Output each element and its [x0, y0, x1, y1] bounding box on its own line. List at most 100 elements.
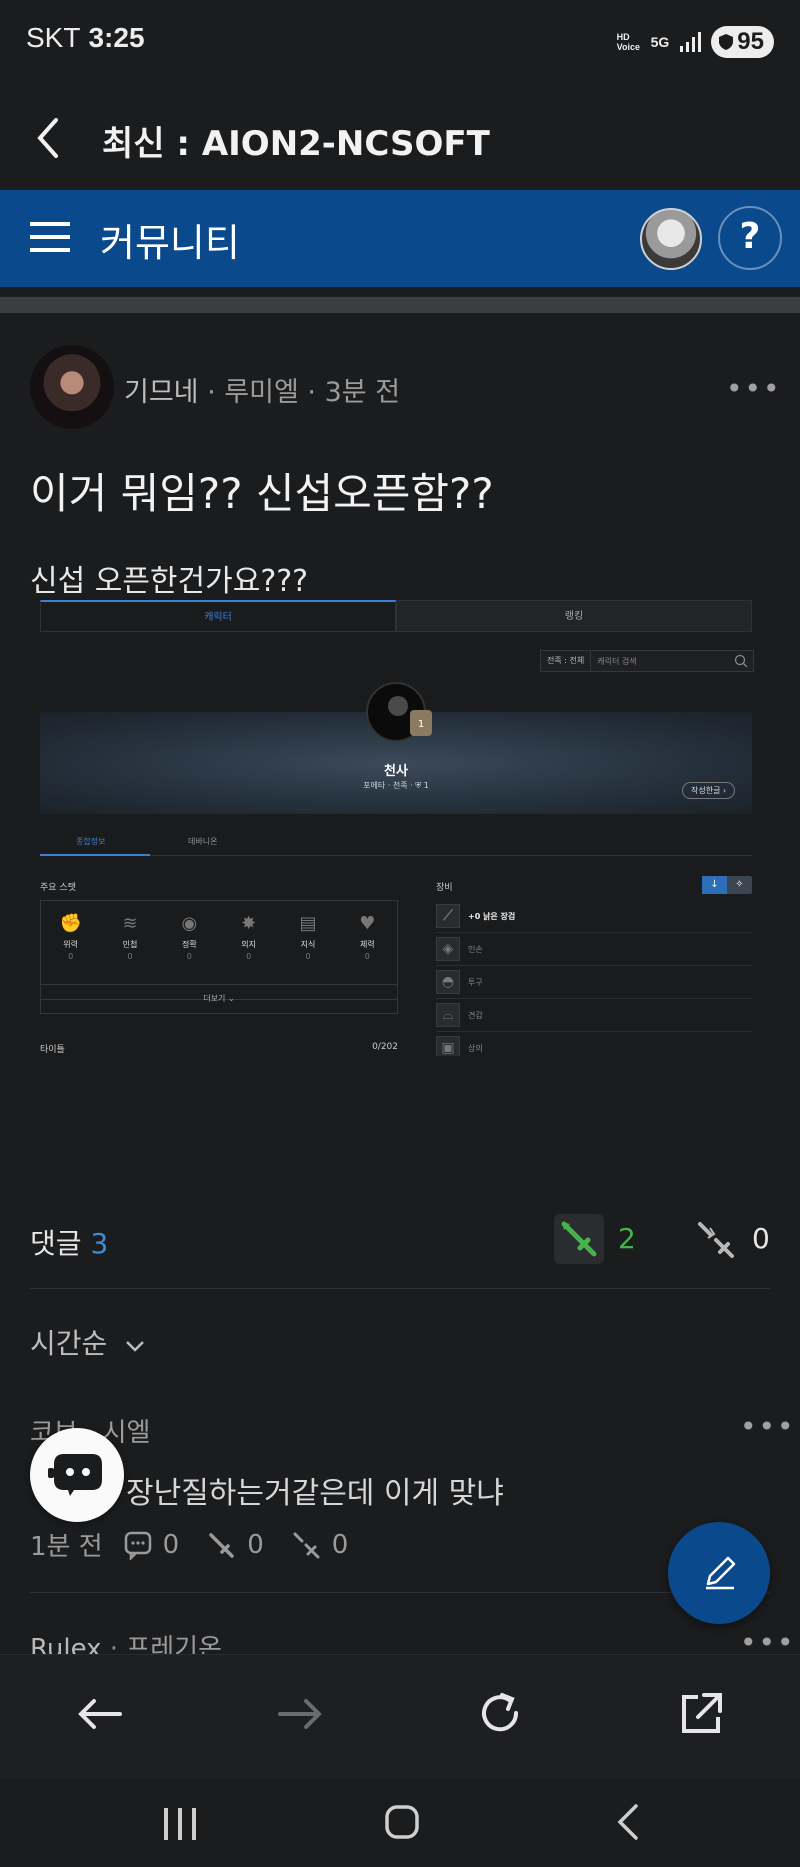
author-avatar[interactable]	[30, 345, 114, 429]
comment-time: 1분 전	[30, 1532, 103, 1562]
level-badge: 1	[410, 710, 432, 736]
comment-like-count: 0	[247, 1529, 264, 1560]
carrier-time: SKT 3:25	[26, 22, 145, 54]
home-icon[interactable]	[384, 1804, 420, 1840]
stat-name: 의지	[241, 940, 257, 949]
equipment-name: 인손	[468, 944, 483, 954]
reply-count: 0	[162, 1529, 180, 1560]
network-icon: 5G	[650, 34, 670, 50]
browser-back-icon[interactable]	[78, 1697, 122, 1731]
fist-icon: ✊	[59, 913, 83, 934]
system-navigation	[0, 1778, 800, 1867]
equipment-row: ◈ 인손	[436, 933, 752, 966]
battery-level: 95	[737, 28, 764, 55]
app-header: 최신 : AION2-NCSOFT	[0, 86, 800, 190]
stats-more: 더보기 ⌄	[40, 984, 398, 1014]
titles-row: 타이틀 0/202	[40, 1042, 398, 1055]
equipment-name: 견갑	[468, 1010, 483, 1020]
equipment-name: 투구	[468, 977, 483, 987]
like-button[interactable]	[554, 1214, 604, 1264]
divider	[30, 1592, 770, 1593]
titles-count: 0/202	[372, 1042, 398, 1052]
meta-separator: ·	[307, 377, 325, 408]
comment-meta: 1분 전 0 0 0	[30, 1526, 348, 1563]
embedded-subtabs: 종합정보 데바니온	[39, 830, 752, 856]
stat-value: 0	[186, 952, 192, 961]
embedded-tabs: 캐릭터 랭킹	[40, 600, 752, 632]
share-external-icon[interactable]	[678, 1691, 724, 1737]
comments-header: 댓글 3	[30, 1222, 108, 1262]
stat-value: 0	[68, 952, 74, 961]
like-sword-icon[interactable]	[205, 1529, 237, 1561]
stat-name: 지식	[300, 940, 316, 949]
post-title: 이거 뭐임?? 신섭오픈함??	[30, 469, 494, 518]
character-name: 천사	[384, 764, 408, 779]
browser-toolbar	[0, 1654, 800, 1778]
wing-icon: ≋	[122, 913, 138, 934]
help-button[interactable]: ?	[718, 206, 782, 270]
burst-icon: ✸	[241, 913, 257, 934]
like-sword-icon	[561, 1221, 597, 1257]
user-avatar[interactable]	[640, 208, 702, 270]
stat-value: 0	[127, 952, 133, 961]
stat-value: 0	[246, 952, 252, 961]
system-back-icon[interactable]	[614, 1802, 642, 1842]
stat-name: 민첩	[122, 940, 138, 949]
author-server: 루미엘	[224, 377, 299, 408]
comment-more-icon[interactable]: •••	[740, 1410, 796, 1443]
community-bar: 커뮤니티 ?	[0, 190, 800, 287]
post-meta: 기므네 · 루미엘 · 3분 전	[124, 370, 400, 409]
chatbot-button[interactable]	[30, 1428, 124, 1522]
reply-icon[interactable]	[123, 1530, 153, 1560]
written-posts-button: 작성한글 ›	[682, 782, 736, 799]
sort-dropdown[interactable]: 시간순	[30, 1322, 146, 1362]
sort-label: 시간순	[30, 1327, 108, 1360]
post-time: 3분 전	[324, 377, 401, 408]
equipment-toggle: ↓ ✧	[702, 876, 752, 894]
post-more-icon[interactable]: •••	[726, 372, 782, 405]
signal-icon	[680, 32, 702, 52]
shoulder-icon: ⌓	[436, 1003, 460, 1027]
dislike-broken-sword-icon[interactable]	[694, 1218, 738, 1262]
download-icon: ↓	[702, 876, 727, 894]
page-title: 최신 : AION2-NCSOFT	[102, 124, 490, 164]
eye-icon: ◉	[181, 913, 198, 934]
stats-title: 주요 스탯	[40, 883, 76, 893]
hd-voice-icon: HD Voice	[616, 32, 640, 52]
carrier: SKT	[26, 22, 81, 53]
status-bar: SKT 3:25 HD Voice 5G 95	[0, 0, 800, 86]
embedded-tab-character: 캐릭터	[40, 600, 396, 632]
equipment-name: +0 낡은 장검	[468, 911, 516, 921]
meta-separator: ·	[207, 377, 225, 408]
refresh-icon[interactable]	[476, 1689, 524, 1737]
subtab-overview: 종합정보	[39, 837, 152, 856]
dislike-broken-sword-icon[interactable]	[290, 1529, 322, 1561]
equipment-row: ◓ 투구	[436, 966, 752, 999]
equipment-row: ⌓ 견갑	[436, 999, 752, 1032]
community-title: 커뮤니티	[100, 221, 240, 265]
bulb-icon: ✧	[735, 879, 744, 890]
stat-name: 위력	[63, 940, 79, 949]
comments-count: 3	[90, 1227, 109, 1260]
comment-dislike-count: 0	[331, 1529, 349, 1560]
equipment-row: ▣ 상의	[436, 1032, 752, 1056]
status-icons: HD Voice 5G 95	[617, 26, 774, 58]
offhand-icon: ◈	[436, 937, 460, 961]
recent-apps-icon[interactable]	[160, 1806, 200, 1842]
shield-icon	[719, 34, 734, 50]
back-arrow-icon[interactable]	[34, 116, 64, 160]
like-count: 2	[618, 1222, 636, 1255]
write-post-button[interactable]	[668, 1522, 770, 1624]
stat-name: 체력	[359, 940, 375, 949]
author-name[interactable]: 기므네	[124, 377, 199, 408]
section-divider	[0, 297, 800, 313]
chest-icon: ▣	[436, 1036, 460, 1056]
post-image[interactable]: 캐릭터 랭킹 전족 : 전체 캐릭터 검색 1 천사 포에타 · 천족 · ⛨ …	[38, 598, 754, 1056]
browser-forward-icon[interactable]	[278, 1697, 322, 1731]
book-icon: ▤	[299, 913, 317, 934]
stat-value: 0	[364, 952, 370, 961]
post-body: 신섭 오픈한건가요???	[30, 564, 309, 599]
equipment-row: ⟋ +0 낡은 장검	[436, 900, 752, 933]
hamburger-menu-icon[interactable]	[30, 220, 72, 254]
dislike-count: 0	[752, 1222, 770, 1255]
